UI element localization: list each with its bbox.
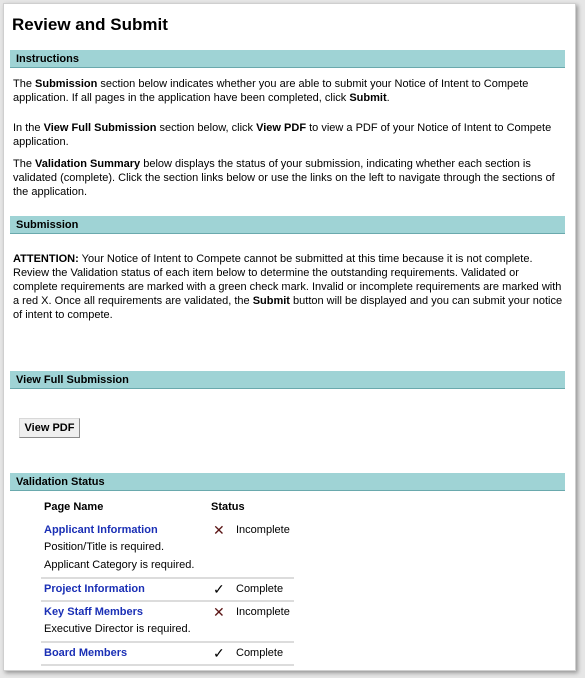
validation-row: Key Staff Members ✕ Incomplete Executive Di… xyxy=(41,602,294,643)
text: In the xyxy=(13,122,44,134)
status-text: Complete xyxy=(236,583,284,595)
text: . xyxy=(386,92,390,104)
bold-text: Validation Summary xyxy=(35,158,141,170)
submission-attention-paragraph: ATTENTION: Your Notice of Intent to Comp… xyxy=(13,252,565,322)
validation-table-header: Page Name Status xyxy=(41,498,294,520)
x-icon: ✕ xyxy=(213,604,225,620)
validation-row-main: Applicant Information ✕ Incomplete xyxy=(41,522,294,538)
check-icon: ✓ xyxy=(213,581,225,597)
instructions-paragraph-2: In the View Full Submission section belo… xyxy=(13,121,565,149)
validation-row-main: Key Staff Members ✕ Incomplete xyxy=(41,604,294,620)
validation-row: Applicant Information ✕ Incomplete Position… xyxy=(41,520,294,579)
page-title: Review and Submit xyxy=(12,15,168,34)
view-pdf-button[interactable]: View PDF xyxy=(19,418,80,438)
bold-text: Submit xyxy=(252,295,290,307)
column-header-status: Status xyxy=(211,501,245,513)
validation-rows: Applicant Information ✕ Incomplete Position… xyxy=(41,520,294,666)
bold-text: Submission xyxy=(35,78,98,90)
validation-row-main: Project Information ✓ Complete xyxy=(41,581,294,597)
validation-row-main: Board Members ✓ Complete xyxy=(41,645,294,661)
page-link[interactable]: Board Members xyxy=(44,647,127,659)
validation-row: Project Information ✓ Complete xyxy=(41,579,294,602)
validation-error-message: Executive Director is required. xyxy=(44,623,191,635)
bold-text: Submit xyxy=(349,92,387,104)
status-text: Incomplete xyxy=(236,606,290,618)
text: section below, click xyxy=(156,122,257,134)
validation-status-header: Validation Status xyxy=(10,473,565,491)
instructions-paragraph-3: The Validation Summary below displays th… xyxy=(13,157,565,199)
page-link[interactable]: Applicant Information xyxy=(44,524,158,536)
status-text: Complete xyxy=(236,647,284,659)
check-icon: ✓ xyxy=(213,645,225,661)
bold-text: View PDF xyxy=(256,122,307,134)
instructions-paragraph-1: The Submission section below indicates w… xyxy=(13,77,565,105)
bold-text: View Full Submission xyxy=(43,122,157,134)
text: The xyxy=(13,78,36,90)
instructions-header: Instructions xyxy=(10,50,565,68)
column-header-page-name: Page Name xyxy=(44,501,104,513)
validation-error-message: Position/Title is required. xyxy=(44,541,165,553)
text: The xyxy=(13,158,36,170)
validation-error-message: Applicant Category is required. xyxy=(44,559,195,571)
attention-label: ATTENTION: xyxy=(13,253,79,265)
view-full-submission-header: View Full Submission xyxy=(10,371,565,389)
validation-table: Page Name Status Applicant Information ✕ I… xyxy=(41,498,294,666)
status-text: Incomplete xyxy=(236,524,290,536)
submission-header: Submission xyxy=(10,216,565,234)
x-icon: ✕ xyxy=(213,522,225,538)
page-link[interactable]: Project Information xyxy=(44,583,145,595)
validation-row: Board Members ✓ Complete xyxy=(41,643,294,666)
review-submit-panel: Review and Submit Instructions The Submi… xyxy=(3,3,576,671)
page-link[interactable]: Key Staff Members xyxy=(44,606,143,618)
